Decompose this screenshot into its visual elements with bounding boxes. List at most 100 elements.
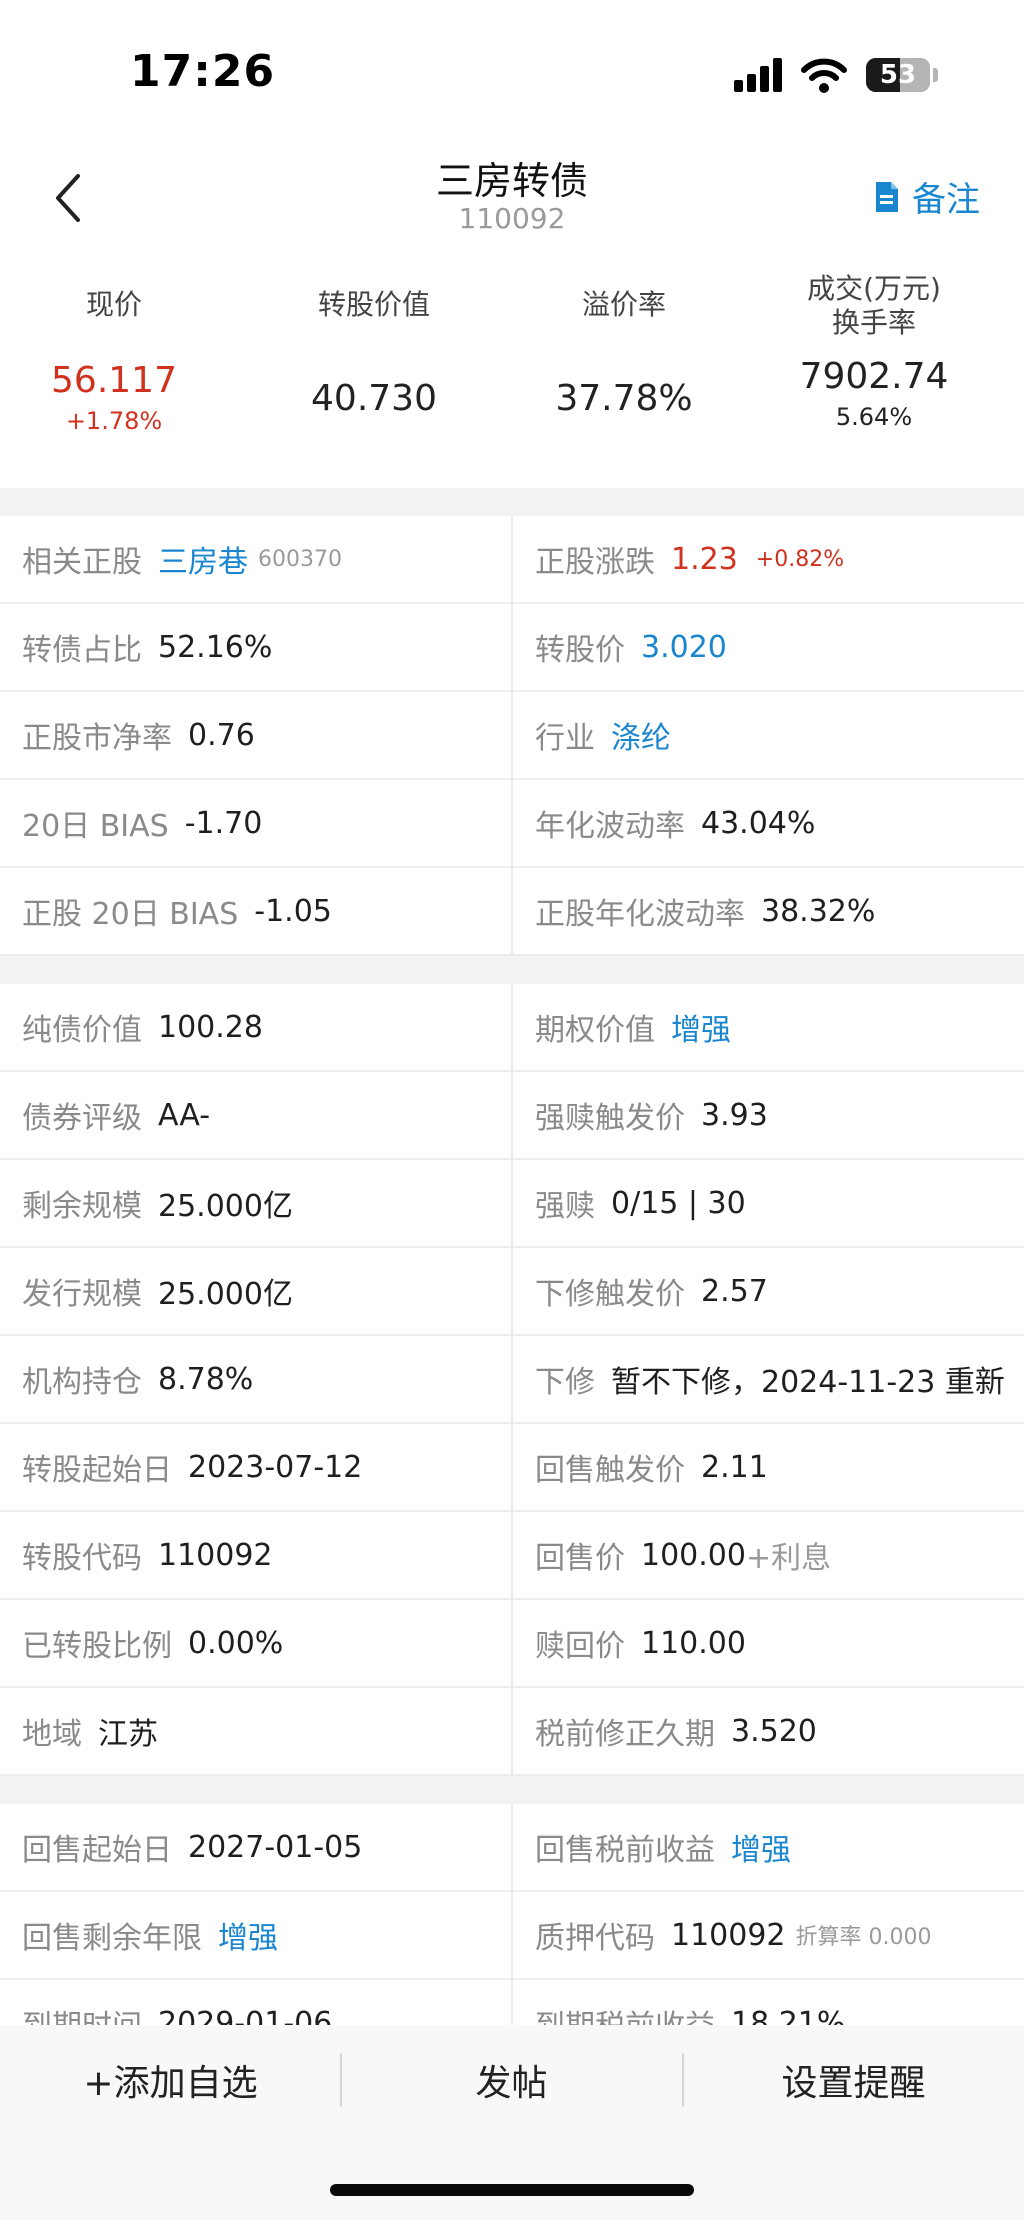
info-label: 剩余规模	[22, 1189, 142, 1224]
info-row: 剩余规模 25.000亿 强赎 0/15 | 30	[0, 1160, 1024, 1248]
stock-code: 600370	[258, 546, 342, 572]
info-label: 强赎触发价	[535, 1101, 685, 1136]
column-divider	[511, 1688, 513, 1774]
column-divider	[511, 984, 513, 1070]
related-stock-link[interactable]: 三房巷	[158, 537, 248, 581]
industry-link[interactable]: 涤纶	[611, 713, 671, 757]
info-label: 强赎	[535, 1189, 595, 1224]
info-label: 税前修正久期	[535, 1717, 715, 1752]
conv-value-header: 转股价值	[317, 288, 430, 321]
info-label: 机构持仓	[22, 1365, 142, 1400]
column-divider	[511, 1072, 513, 1158]
volume-header: 成交(万元)	[807, 272, 941, 305]
info-cell: 正股 20日 BIAS -1.05	[22, 868, 506, 954]
column-divider	[511, 516, 513, 602]
info-cell: 回售税前收益 增强	[535, 1804, 1024, 1890]
cellular-signal-icon	[734, 58, 786, 92]
info-label: 下修	[535, 1365, 595, 1400]
info-label: 下修触发价	[535, 1277, 685, 1312]
set-alert-button[interactable]: 设置提醒	[683, 2025, 1024, 2135]
info-value: 2027-01-05	[188, 1829, 363, 1865]
quote-summary: 现价 56.117 +1.78% 转股价值 40.730 溢价率 37.78% …	[0, 262, 1024, 488]
info-value: AA-	[158, 1097, 211, 1133]
nav-bar: 三房转债 110092 备注	[0, 130, 1024, 250]
info-value: 25.000亿	[158, 1277, 293, 1312]
conversion-price-link[interactable]: 3.020	[641, 630, 727, 665]
info-label: 行业	[535, 721, 595, 756]
post-button[interactable]: 发帖	[341, 2025, 682, 2135]
premium-header: 溢价率	[581, 288, 666, 321]
info-label: 回售剩余年限	[22, 1921, 202, 1956]
bond-code: 110092	[458, 202, 566, 235]
stock-change-value: 1.23	[671, 541, 738, 577]
battery-icon: 53	[866, 58, 930, 92]
info-label: 年化波动率	[535, 809, 685, 844]
column-divider	[511, 1892, 513, 1978]
info-value: 110092	[158, 1537, 273, 1573]
info-row: 机构持仓 8.78% 下修 暂不下修，2024-11-23 重新	[0, 1336, 1024, 1424]
info-label: 回售税前收益	[535, 1833, 715, 1868]
info-label: 地域	[22, 1717, 82, 1752]
info-cell: 税前修正久期 3.520	[535, 1688, 1024, 1774]
add-watchlist-button[interactable]: +添加自选	[0, 2025, 341, 2135]
premium-value: 37.78%	[555, 378, 693, 419]
quote-volume-col: 成交(万元) 换手率 7902.74 5.64%	[746, 262, 1002, 431]
column-divider	[511, 1336, 513, 1422]
column-divider	[511, 1804, 513, 1890]
home-indicator[interactable]	[330, 2184, 694, 2196]
info-value: 110092	[671, 1917, 786, 1953]
info-cell: 强赎 0/15 | 30	[535, 1160, 1024, 1246]
note-button[interactable]: 备注	[874, 172, 980, 221]
note-label: 备注	[912, 180, 980, 220]
column-divider	[511, 1424, 513, 1510]
related-stock-cell: 相关正股 三房巷 600370	[22, 516, 506, 602]
info-row: 转债占比 52.16% 转股价 3.020	[0, 604, 1024, 692]
info-row: 转股代码 110092 回售价 100.00 +利息	[0, 1512, 1024, 1600]
info-label: 转股起始日	[22, 1453, 172, 1488]
status-time: 17:26	[130, 46, 276, 97]
info-value: 暂不下修，2024-11-23 重新	[611, 1365, 1005, 1400]
info-cell: 机构持仓 8.78%	[22, 1336, 506, 1422]
info-cell: 正股年化波动率 38.32%	[535, 868, 1024, 954]
put-yield-upgrade-link[interactable]: 增强	[731, 1825, 791, 1869]
info-cell: 转股起始日 2023-07-12	[22, 1424, 506, 1510]
column-divider	[511, 868, 513, 954]
document-icon	[876, 181, 898, 212]
info-cell: 赎回价 110.00	[535, 1600, 1024, 1686]
info-value: 3.93	[701, 1097, 768, 1133]
quote-price-col: 现价 56.117 +1.78%	[0, 262, 242, 435]
info-value: 8.78%	[158, 1361, 254, 1397]
info-suffix: +利息	[745, 1541, 832, 1576]
info-value: 2.57	[701, 1273, 768, 1309]
option-value-upgrade-link[interactable]: 增强	[671, 1005, 731, 1049]
info-row: 已转股比例 0.00% 赎回价 110.00	[0, 1600, 1024, 1688]
info-label: 赎回价	[535, 1629, 625, 1664]
info-label: 质押代码	[535, 1921, 655, 1956]
section-divider	[0, 1776, 1024, 1804]
put-years-upgrade-link[interactable]: 增强	[218, 1913, 278, 1957]
info-value: 2.11	[701, 1449, 768, 1485]
info-row: 债券评级 AA- 强赎触发价 3.93	[0, 1072, 1024, 1160]
page-title: 三房转债	[435, 159, 588, 203]
price-value: 56.117	[51, 360, 177, 401]
info-row: 回售剩余年限 增强 质押代码 110092 折算率 0.000	[0, 1892, 1024, 1980]
info-cell: 发行规模 25.000亿	[22, 1248, 506, 1334]
info-label: 回售价	[535, 1541, 625, 1576]
turnover-header: 换手率	[831, 306, 916, 339]
info-cell: 转股代码 110092	[22, 1512, 506, 1598]
quote-conv-value-col: 转股价值 40.730	[246, 262, 502, 419]
info-label: 正股涨跌	[535, 545, 655, 580]
turnover-value: 5.64%	[835, 403, 913, 431]
info-cell: 剩余规模 25.000亿	[22, 1160, 506, 1246]
info-value: -1.05	[254, 893, 332, 929]
info-cell: 纯债价值 100.28	[22, 984, 506, 1070]
info-cell: 已转股比例 0.00%	[22, 1600, 506, 1686]
conv-value: 40.730	[311, 378, 437, 419]
info-value: 0.76	[188, 717, 255, 753]
info-label: 正股 20日 BIAS	[22, 897, 239, 932]
info-cell: 回售触发价 2.11	[535, 1424, 1024, 1510]
info-cell: 回售剩余年限 增强	[22, 1892, 506, 1978]
price-header: 现价	[85, 288, 142, 321]
section-divider	[0, 488, 1024, 516]
info-value: 0/15 | 30	[611, 1185, 746, 1221]
